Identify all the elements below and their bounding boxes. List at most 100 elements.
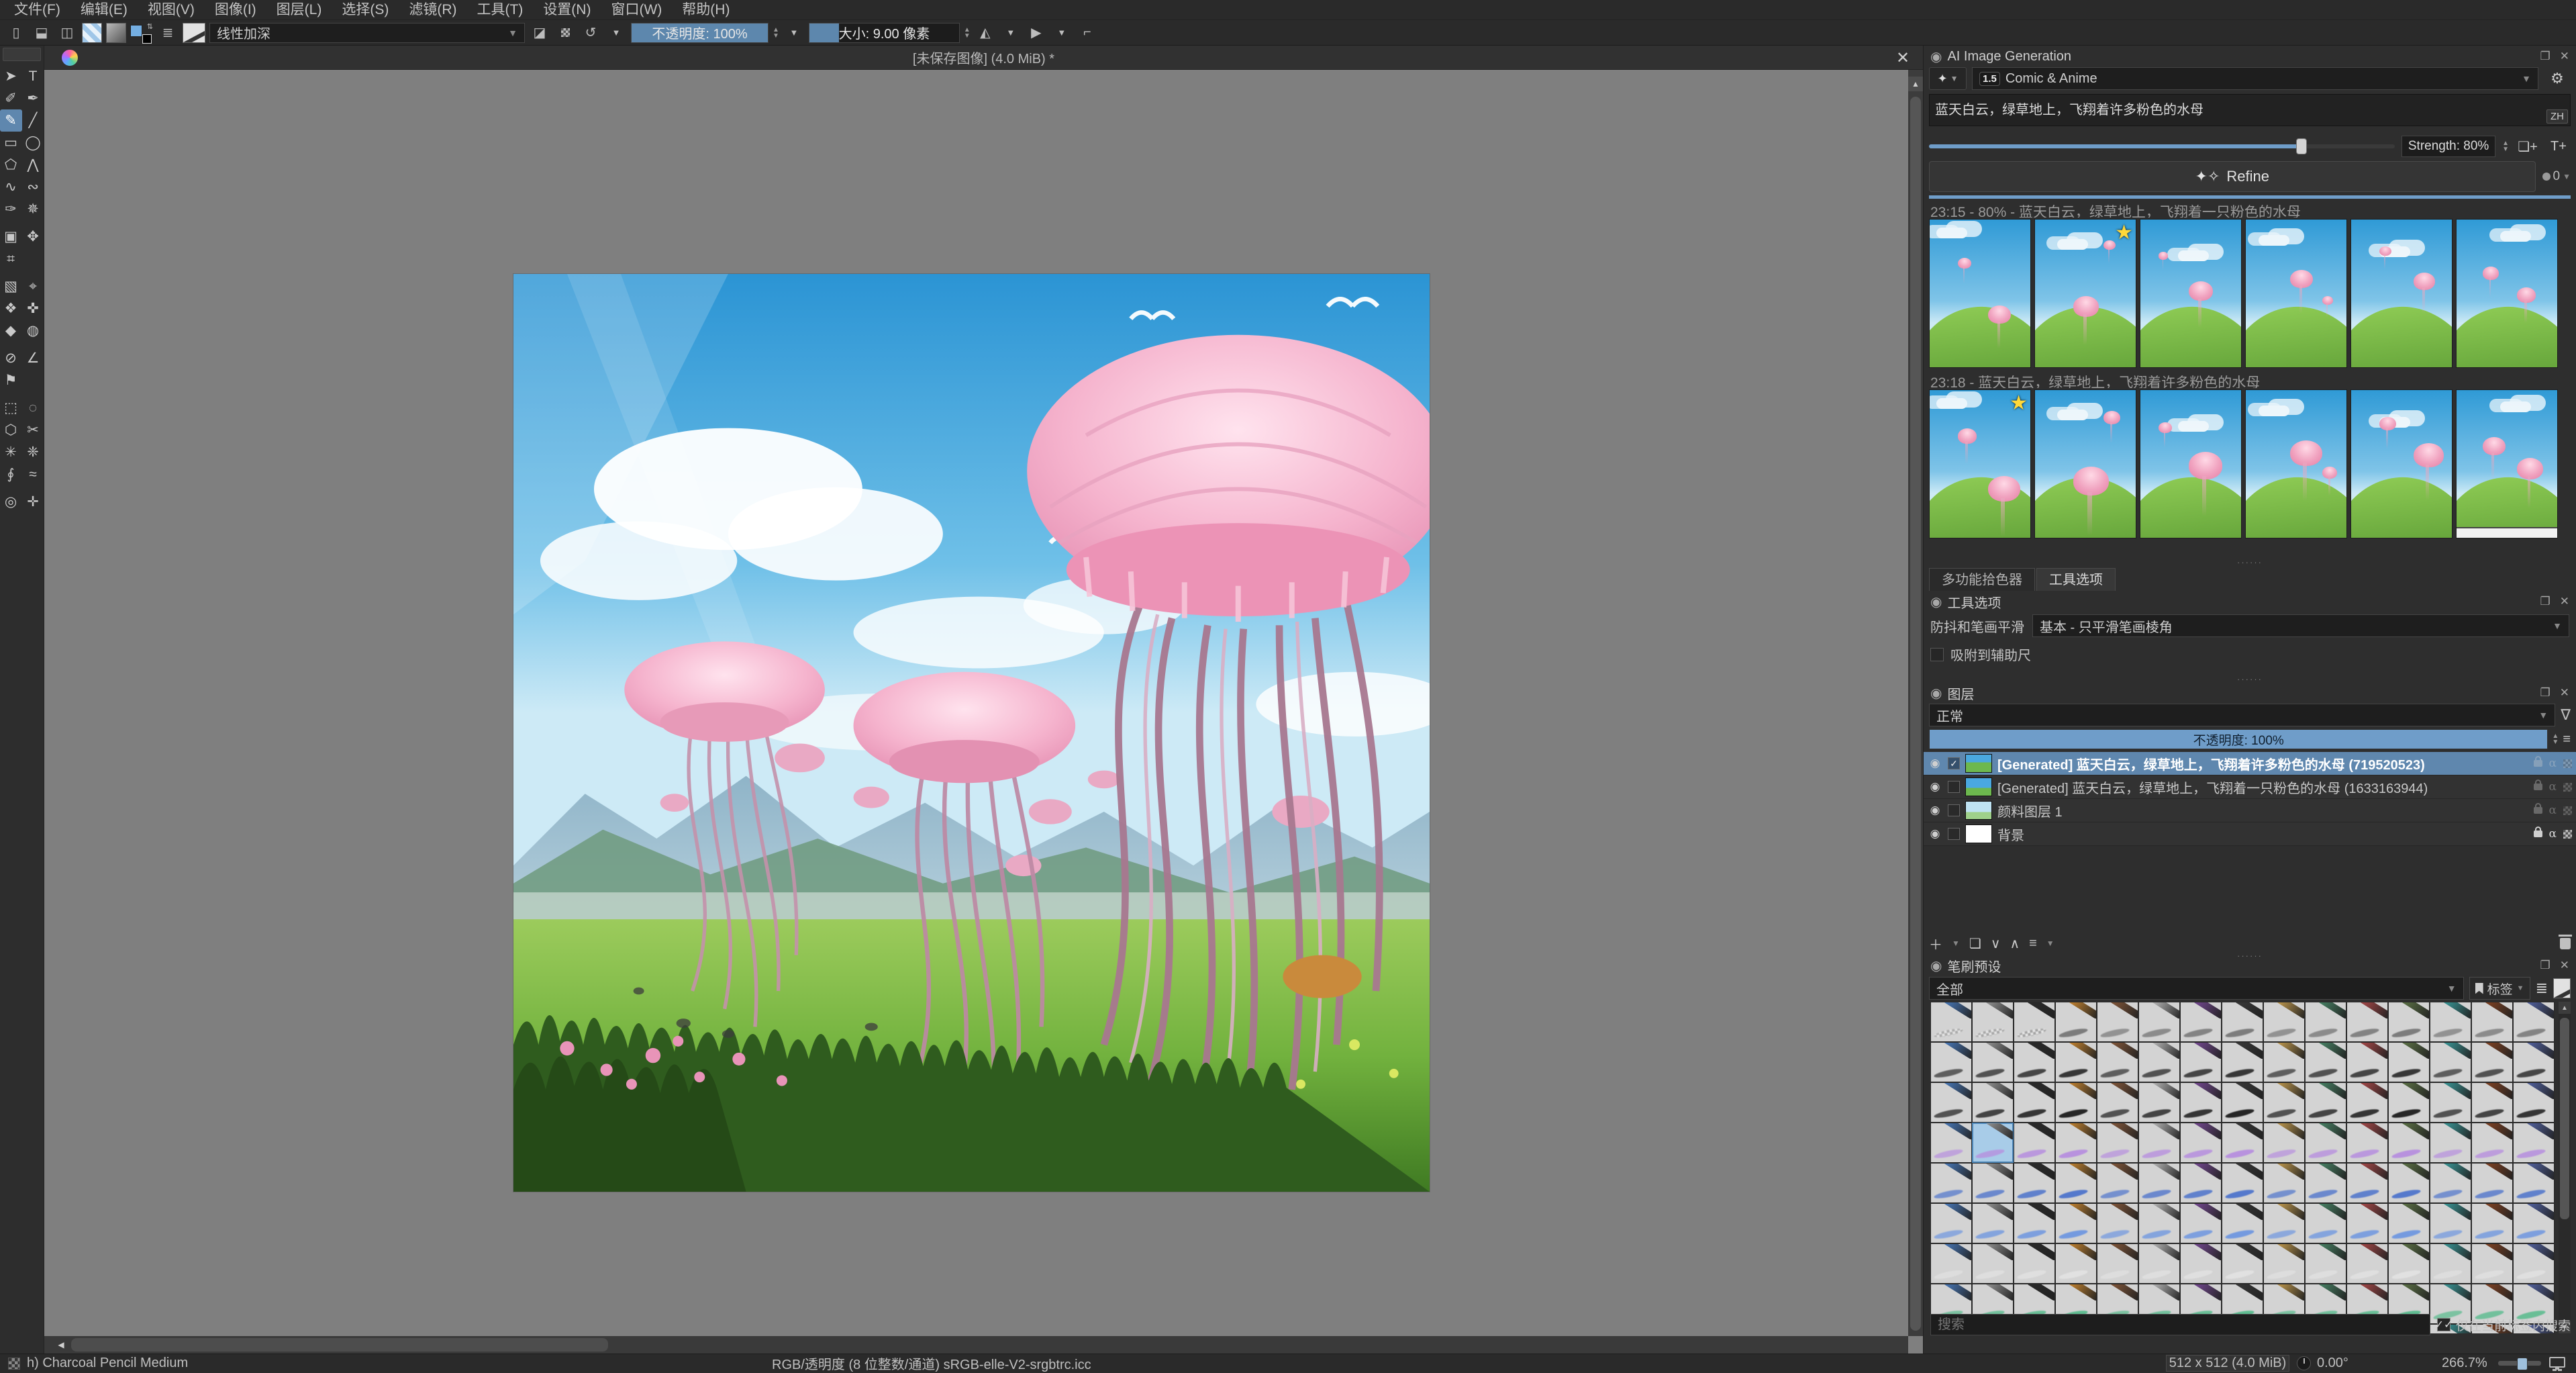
docker-lock-icon[interactable]: ◉	[1930, 685, 1942, 702]
transform-tool[interactable]: ▣	[0, 226, 22, 248]
menu-item-7[interactable]: 工具(T)	[466, 0, 533, 20]
menu-item-6[interactable]: 滤镜(R)	[399, 0, 466, 20]
strength-slider-handle[interactable]	[2296, 138, 2308, 154]
brush-preset-cell[interactable]	[2222, 1163, 2263, 1203]
brush-preset-cell[interactable]	[2014, 1082, 2055, 1123]
mirror-vertical-button[interactable]: ▶	[1026, 23, 1047, 43]
preserve-alpha-button[interactable]	[554, 23, 576, 43]
brush-preset-cell[interactable]	[2222, 1203, 2263, 1243]
menu-item-5[interactable]: 选择(S)	[332, 0, 399, 20]
move-tool[interactable]: ✥	[22, 226, 44, 248]
brush-preset-cell[interactable]	[1930, 1203, 1972, 1243]
polyline-tool[interactable]: ⋀	[22, 154, 44, 176]
gradient-swatch[interactable]	[106, 22, 126, 43]
canvas-document[interactable]	[513, 274, 1430, 1192]
opacity-field[interactable]: 不透明度: 100%	[631, 22, 769, 43]
brush-preset-cell[interactable]	[2471, 1042, 2513, 1082]
brush-preset-cell[interactable]	[2388, 1243, 2430, 1284]
smoothing-dropdown[interactable]: 基本 - 只平滑笔画棱角 ▼	[2032, 614, 2569, 637]
brush-preset-cell[interactable]	[1930, 1243, 1972, 1284]
brush-preset-cell[interactable]	[2180, 1203, 2222, 1243]
queue-indicator[interactable]: 0 ▼	[2542, 169, 2571, 184]
fit-screen-icon[interactable]	[2549, 1357, 2565, 1370]
close-docker-icon[interactable]: ✕	[2560, 959, 2569, 972]
brush-scroll-thumb[interactable]	[2560, 1018, 2569, 1219]
ellipse-select-tool[interactable]: ◌	[22, 397, 44, 419]
brush-preset-cell[interactable]	[2430, 1163, 2471, 1203]
brush-preset-cell[interactable]	[2055, 1002, 2097, 1042]
alpha-lock-icon[interactable]: α	[2549, 757, 2557, 770]
brush-preset-cell[interactable]	[2263, 1002, 2305, 1042]
brush-preset-cell[interactable]	[2305, 1203, 2346, 1243]
freehand-brush-tool[interactable]: ✎	[0, 109, 22, 132]
size-field[interactable]: 大小: 9.00 像素	[808, 22, 960, 43]
style-dropdown[interactable]: 1.5 Comic & Anime ▼	[1972, 67, 2538, 90]
brush-preset-cell[interactable]	[2513, 1042, 2555, 1082]
float-docker-icon[interactable]: ❐	[2540, 595, 2550, 608]
brush-preset-cell[interactable]	[2222, 1042, 2263, 1082]
brush-preset-cell[interactable]	[1972, 1002, 2014, 1042]
mirror-vertical-arrow[interactable]: ▼	[1051, 23, 1073, 43]
layer-filter-icon[interactable]: ∇	[2561, 706, 2571, 724]
tab-tool-options[interactable]: 工具选项	[2036, 568, 2116, 591]
brush-preset-cell[interactable]	[2305, 1002, 2346, 1042]
text-tool[interactable]: T	[22, 65, 44, 87]
splitter-handle[interactable]: ······	[1924, 674, 2576, 684]
reference-images-tool[interactable]: ⚑	[0, 369, 22, 391]
vertical-scroll-thumb[interactable]	[1910, 97, 1921, 1331]
line-tool[interactable]: ╱	[22, 109, 44, 132]
generated-image-thumbnail[interactable]	[2140, 389, 2242, 538]
brush-preset-cell[interactable]	[2513, 1123, 2555, 1163]
pattern-swatch[interactable]	[82, 22, 102, 43]
canvas-gutter[interactable]	[44, 70, 1908, 1336]
brush-preset-cell[interactable]	[2471, 1243, 2513, 1284]
fill-tool[interactable]: ◆	[0, 320, 22, 342]
brush-preset-cell[interactable]	[2180, 1123, 2222, 1163]
canvas-rotation-dial[interactable]	[2297, 1356, 2311, 1370]
edit-shapes-tool[interactable]: ✐	[0, 87, 22, 109]
inherit-alpha-icon[interactable]	[2563, 782, 2572, 792]
docker-lock-icon[interactable]: ◉	[1930, 48, 1942, 65]
brush-preset-cell[interactable]	[2138, 1163, 2180, 1203]
zoom-level-value[interactable]: 266.7%	[2442, 1354, 2487, 1372]
brush-preset-cell[interactable]	[2263, 1203, 2305, 1243]
brush-preset-cell[interactable]	[2513, 1002, 2555, 1042]
crop-tool[interactable]: ⌗	[0, 248, 22, 270]
layer-name[interactable]: [Generated] 蓝天白云，绿草地上，飞翔着许多粉色的水母 (719520…	[1997, 754, 2528, 773]
brush-preset-cell[interactable]	[2138, 1082, 2180, 1123]
brush-preset-cell[interactable]	[1930, 1002, 1972, 1042]
layer-name[interactable]: 背景	[1997, 824, 2528, 844]
gradient-tool[interactable]: ▧	[0, 275, 22, 297]
lock-icon[interactable]	[2533, 756, 2542, 767]
brush-preset-chooser[interactable]	[183, 22, 205, 43]
layer-select-checkbox[interactable]	[1948, 804, 1960, 816]
brush-preset-cell[interactable]	[1972, 1163, 2014, 1203]
ellipse-tool[interactable]: ◯	[22, 132, 44, 154]
brush-preset-cell[interactable]	[2346, 1123, 2388, 1163]
brush-preset-cell[interactable]	[2346, 1203, 2388, 1243]
layer-thumbnail[interactable]	[1965, 777, 1992, 796]
brush-preset-cell[interactable]	[1972, 1082, 2014, 1123]
generated-image-thumbnail[interactable]	[2034, 389, 2136, 538]
menu-item-8[interactable]: 设置(N)	[533, 0, 601, 20]
brush-preset-cell[interactable]	[2014, 1163, 2055, 1203]
canvas-horizontal-scrollbar[interactable]: ◀	[44, 1336, 1908, 1354]
layer-visibility-icon[interactable]: ◉	[1928, 757, 1942, 770]
brush-preset-cell[interactable]	[2305, 1243, 2346, 1284]
layer-blend-mode-dropdown[interactable]: 正常 ▼	[1929, 704, 2556, 726]
brush-preset-cell[interactable]	[2055, 1042, 2097, 1082]
brush-preset-cell[interactable]	[1930, 1163, 1972, 1203]
size-spinner[interactable]: ▲ ▼	[964, 26, 971, 39]
float-docker-icon[interactable]: ❐	[2540, 686, 2550, 700]
brush-preset-cell[interactable]	[2388, 1203, 2430, 1243]
menu-item-9[interactable]: 窗口(W)	[601, 0, 672, 20]
zoom-tool[interactable]: ◎	[0, 491, 22, 513]
brush-preset-cell[interactable]	[2471, 1082, 2513, 1123]
brush-preset-cell[interactable]	[2471, 1163, 2513, 1203]
brush-preset-cell[interactable]	[2513, 1082, 2555, 1123]
brush-tag-filter-dropdown[interactable]: 全部 ▼	[1929, 977, 2464, 1000]
brush-search-input[interactable]	[1930, 1314, 2430, 1335]
brush-preset-cell[interactable]	[2055, 1123, 2097, 1163]
alpha-lock-icon[interactable]: α	[2549, 804, 2557, 817]
brush-preset-cell[interactable]	[1972, 1243, 2014, 1284]
